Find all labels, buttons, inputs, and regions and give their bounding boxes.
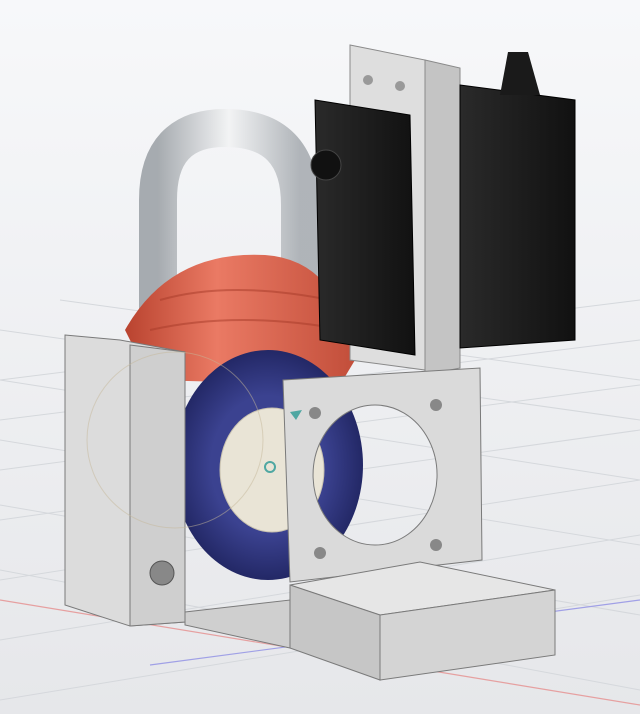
model-canvas[interactable] [0, 0, 640, 714]
bolt-hole [149, 560, 175, 586]
servo-horn-icon [310, 149, 342, 181]
servo-left[interactable] [310, 99, 416, 356]
cad-3d-viewport[interactable] [0, 0, 640, 714]
